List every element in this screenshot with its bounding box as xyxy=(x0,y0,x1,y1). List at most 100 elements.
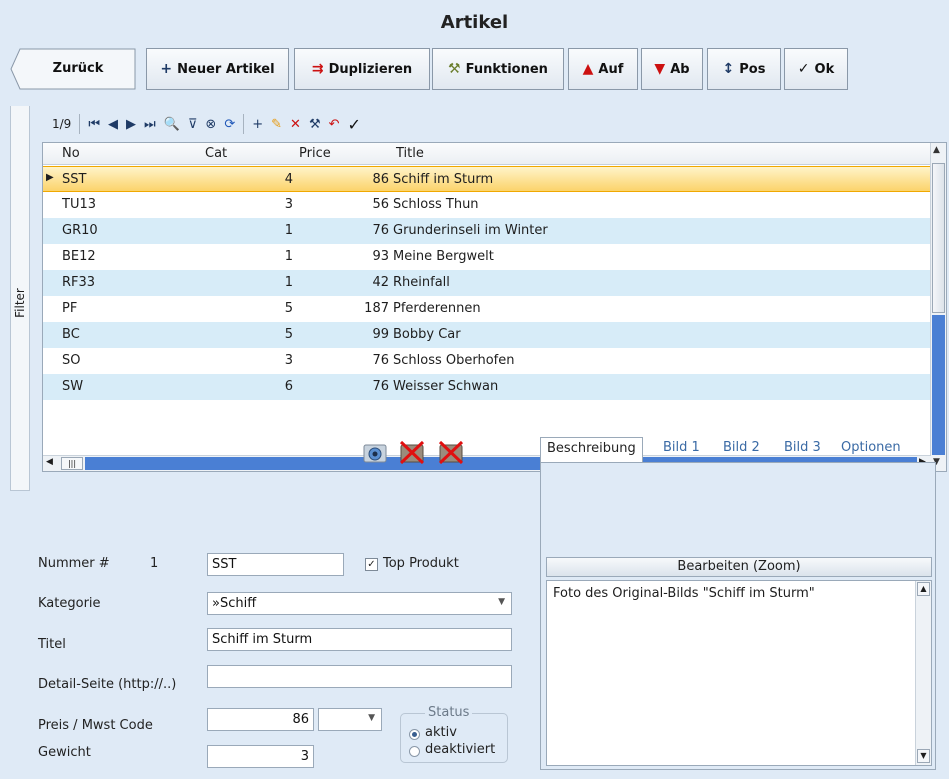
column-header-cat[interactable]: Cat xyxy=(205,146,227,161)
new-article-button[interactable]: + Neuer Artikel xyxy=(146,48,289,90)
cell-title: Schloss Oberhofen xyxy=(393,353,515,368)
edit-pencil-icon[interactable]: ✎ xyxy=(271,117,282,132)
duplicate-button[interactable]: ⇉ Duplizieren xyxy=(294,48,430,90)
vertical-scrollbar[interactable]: ▲ ▼ xyxy=(930,143,946,471)
cell-cat: 1 xyxy=(284,249,293,264)
undo-icon[interactable]: ↶ xyxy=(329,117,340,132)
cell-no: SO xyxy=(62,353,81,368)
gewicht-field[interactable]: 3 xyxy=(207,745,314,768)
up-button[interactable]: ▲ Auf xyxy=(568,48,638,90)
delete-record-icon[interactable]: ✕ xyxy=(290,117,301,132)
cell-price: 86 xyxy=(372,172,389,187)
down-label: Ab xyxy=(670,61,690,77)
delete-image-icon[interactable] xyxy=(438,440,464,464)
detail-seite-field[interactable] xyxy=(207,665,512,688)
tools-icon[interactable]: ⚒ xyxy=(309,117,321,132)
detail-seite-label: Detail-Seite (http://..) xyxy=(38,677,177,692)
duplicate-icon: ⇉ xyxy=(311,61,324,77)
cell-cat: 1 xyxy=(284,223,293,238)
checkmark-icon: ✓ xyxy=(797,61,810,77)
scroll-left-icon[interactable]: ◀ xyxy=(46,457,53,467)
table-row[interactable]: SW 6 76 Weisser Schwan xyxy=(43,374,931,400)
cell-cat: 3 xyxy=(284,353,293,368)
cell-no: RF33 xyxy=(62,275,96,290)
table-row[interactable]: RF33 1 42 Rheinfall xyxy=(43,270,931,296)
titel-field[interactable]: Schiff im Sturm xyxy=(207,628,512,651)
status-group: Status aktiv deaktiviert xyxy=(400,705,508,763)
scroll-up-icon[interactable]: ▲ xyxy=(917,582,930,596)
cell-title: Schiff im Sturm xyxy=(393,172,494,187)
kategorie-select[interactable]: »Schiff ▼ xyxy=(207,592,512,615)
scroll-thumb[interactable] xyxy=(932,163,945,313)
chevron-down-icon: ▼ xyxy=(368,713,375,723)
table-row[interactable]: GR10 1 76 Grunderinseli im Winter xyxy=(43,218,931,244)
functions-button[interactable]: ⚒ Funktionen xyxy=(432,48,564,90)
previous-record-icon[interactable]: ◀ xyxy=(108,117,118,132)
tab-bild-2[interactable]: Bild 2 xyxy=(723,437,760,462)
cell-title: Weisser Schwan xyxy=(393,379,499,394)
kategorie-label: Kategorie xyxy=(38,596,101,611)
column-header-price[interactable]: Price xyxy=(299,146,331,161)
filter-panel-toggle[interactable]: Filter xyxy=(10,106,30,491)
status-deaktiviert-radio[interactable] xyxy=(409,746,420,757)
hscroll-thumb[interactable]: ||| xyxy=(61,457,83,470)
refresh-icon[interactable]: ⟳ xyxy=(224,117,235,132)
cell-cat: 1 xyxy=(284,275,293,290)
scroll-track xyxy=(932,315,945,455)
preis-field[interactable]: 86 xyxy=(207,708,314,731)
up-label: Auf xyxy=(598,61,624,77)
tab-bild-3[interactable]: Bild 3 xyxy=(784,437,821,462)
cell-no: GR10 xyxy=(62,223,98,238)
ok-button[interactable]: ✓ Ok xyxy=(784,48,848,90)
articles-grid[interactable]: No Cat Price Title ▶ SST 4 86 Schiff im … xyxy=(42,142,947,472)
nummer-field[interactable]: SST xyxy=(207,553,344,576)
scroll-up-icon[interactable]: ▲ xyxy=(933,145,940,155)
tab-bild-1[interactable]: Bild 1 xyxy=(663,437,700,462)
ok-label: Ok xyxy=(814,61,835,77)
description-textarea[interactable]: Foto des Original-Bilds "Schiff im Sturm… xyxy=(546,580,932,766)
first-record-icon[interactable]: ⏮ xyxy=(88,117,100,132)
post-checkmark-icon[interactable]: ✓ xyxy=(348,115,361,134)
down-button[interactable]: ▼ Ab xyxy=(641,48,703,90)
back-button[interactable]: Zurück xyxy=(10,48,136,90)
table-row[interactable]: BE12 1 93 Meine Bergwelt xyxy=(43,244,931,270)
cell-no: SW xyxy=(62,379,84,394)
cell-no: BC xyxy=(62,327,80,342)
gewicht-label: Gewicht xyxy=(38,745,91,760)
camera-icon[interactable] xyxy=(362,440,388,464)
last-record-icon[interactable]: ⏭ xyxy=(144,117,156,132)
plus-icon: + xyxy=(160,61,173,77)
add-record-icon[interactable]: + xyxy=(252,117,263,132)
clear-filter-icon[interactable]: ⊗ xyxy=(205,117,216,132)
tab-beschreibung[interactable]: Beschreibung xyxy=(540,437,643,463)
column-header-title[interactable]: Title xyxy=(396,146,424,161)
status-aktiv-label: aktiv xyxy=(425,725,457,740)
find-binoculars-icon[interactable]: 🔍 xyxy=(164,117,180,132)
row-pointer-icon: ▶ xyxy=(46,172,54,183)
column-header-no[interactable]: No xyxy=(62,146,80,161)
table-row-selected[interactable]: ▶ SST 4 86 Schiff im Sturm xyxy=(43,166,931,192)
tab-optionen[interactable]: Optionen xyxy=(841,437,901,462)
pos-label: Pos xyxy=(739,61,766,77)
separator xyxy=(79,114,81,134)
table-row[interactable]: BC 5 99 Bobby Car xyxy=(43,322,931,348)
tools-icon: ⚒ xyxy=(448,61,461,77)
delete-image-icon[interactable] xyxy=(399,440,425,464)
cell-title: Rheinfall xyxy=(393,275,450,290)
cell-price: 76 xyxy=(372,223,389,238)
cell-cat: 6 xyxy=(284,379,293,394)
table-row[interactable]: TU13 3 56 Schloss Thun xyxy=(43,192,931,218)
next-record-icon[interactable]: ▶ xyxy=(126,117,136,132)
titel-label: Titel xyxy=(38,637,66,652)
scroll-down-icon[interactable]: ▼ xyxy=(917,749,930,763)
textarea-scrollbar[interactable]: ▲ ▼ xyxy=(915,581,931,765)
edit-zoom-button[interactable]: Bearbeiten (Zoom) xyxy=(546,557,932,577)
top-produkt-checkbox[interactable]: ✓ xyxy=(365,558,378,571)
status-aktiv-radio[interactable] xyxy=(409,729,420,740)
table-row[interactable]: SO 3 76 Schloss Oberhofen xyxy=(43,348,931,374)
filter-icon[interactable]: ⊽ xyxy=(188,117,198,132)
cell-price: 56 xyxy=(372,197,389,212)
table-row[interactable]: PF 5 187 Pferderennen xyxy=(43,296,931,322)
pos-button[interactable]: ↕ Pos xyxy=(707,48,781,90)
mwst-code-select[interactable]: ▼ xyxy=(318,708,382,731)
